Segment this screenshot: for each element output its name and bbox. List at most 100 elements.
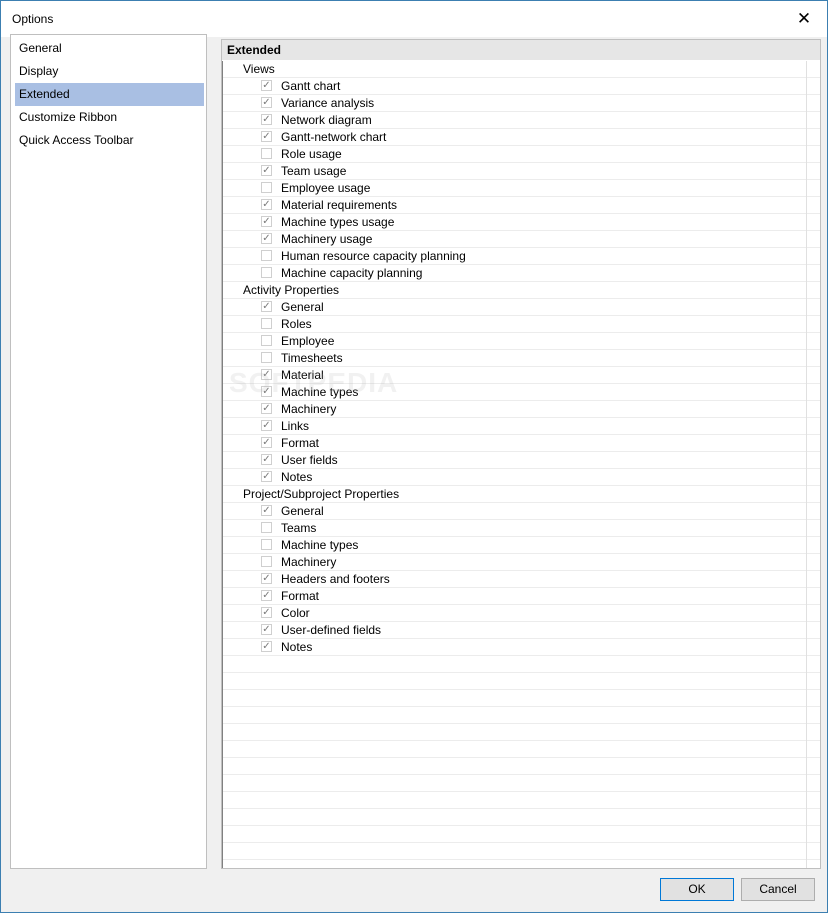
checkbox-unchecked[interactable] — [261, 539, 272, 550]
checkbox-checked[interactable]: ✓ — [261, 165, 272, 176]
tree-item-label: Role usage — [281, 147, 342, 161]
checkbox-checked[interactable]: ✓ — [261, 80, 272, 91]
title-bar[interactable]: Options ✕ — [1, 1, 827, 37]
checkbox-checked[interactable]: ✓ — [261, 590, 272, 601]
tree-item-label: Timesheets — [281, 351, 343, 365]
tree-item-row[interactable]: Employee usage — [223, 180, 807, 197]
tree-item-row[interactable]: ✓ Links — [223, 418, 807, 435]
tree-item-label: General — [281, 300, 324, 314]
checkbox-checked[interactable]: ✓ — [261, 216, 272, 227]
tree-item-row[interactable]: ✓ Material — [223, 367, 807, 384]
tree-group-row: Project/Subproject Properties — [223, 486, 807, 503]
tree-item-row[interactable]: ✓ Color — [223, 605, 807, 622]
tree-item-row[interactable]: Machine types — [223, 537, 807, 554]
tree-item-label: Roles — [281, 317, 312, 331]
checkbox-unchecked[interactable] — [261, 522, 272, 533]
checkbox-checked[interactable]: ✓ — [261, 97, 272, 108]
tree-item-label: Gantt chart — [281, 79, 341, 93]
tree-item-row[interactable]: ✓ User fields — [223, 452, 807, 469]
checkbox-unchecked[interactable] — [261, 352, 272, 363]
nav-item-general[interactable]: General — [15, 37, 204, 60]
nav-item-display[interactable]: Display — [15, 60, 204, 83]
checkbox-checked[interactable]: ✓ — [261, 454, 272, 465]
checkbox-checked[interactable]: ✓ — [261, 131, 272, 142]
tree-item-row[interactable]: Machine capacity planning — [223, 265, 807, 282]
tree-item-row[interactable]: Timesheets — [223, 350, 807, 367]
tree-group-row: Views — [223, 61, 807, 78]
tree-item-label: Network diagram — [281, 113, 372, 127]
tree-item-label: Teams — [281, 521, 317, 535]
panel-header: Extended — [222, 40, 820, 60]
nav-item-customize-ribbon[interactable]: Customize Ribbon — [15, 106, 204, 129]
tree-item-label: Team usage — [281, 164, 347, 178]
checkbox-checked[interactable]: ✓ — [261, 437, 272, 448]
checkbox-checked[interactable]: ✓ — [261, 403, 272, 414]
tree-item-label: Material — [281, 368, 324, 382]
tree-item-label: Machine types — [281, 385, 359, 399]
checkbox-checked[interactable]: ✓ — [261, 233, 272, 244]
checkbox-checked[interactable]: ✓ — [261, 471, 272, 482]
checkbox-checked[interactable]: ✓ — [261, 301, 272, 312]
tree-item-row[interactable]: Human resource capacity planning — [223, 248, 807, 265]
cancel-button[interactable]: Cancel — [741, 878, 815, 901]
tree-item-row[interactable]: ✓ Machinery usage — [223, 231, 807, 248]
tree-item-row[interactable]: Employee — [223, 333, 807, 350]
tree-item-row[interactable]: Machinery — [223, 554, 807, 571]
tree-item-label: Machine types — [281, 538, 359, 552]
tree-item-row[interactable]: ✓ Network diagram — [223, 112, 807, 129]
checkbox-checked[interactable]: ✓ — [261, 199, 272, 210]
checkbox-unchecked[interactable] — [261, 250, 272, 261]
nav-item-quick-access-toolbar[interactable]: Quick Access Toolbar — [15, 129, 204, 152]
tree-item-row[interactable]: ✓ Format — [223, 588, 807, 605]
tree-item-row[interactable]: ✓ Headers and footers — [223, 571, 807, 588]
tree-item-row[interactable]: ✓ Notes — [223, 469, 807, 486]
tree-item-row[interactable]: ✓ User-defined fields — [223, 622, 807, 639]
checkbox-checked[interactable]: ✓ — [261, 369, 272, 380]
tree-item-row[interactable]: ✓ Machinery — [223, 401, 807, 418]
checkbox-checked[interactable]: ✓ — [261, 505, 272, 516]
tree-group-label: Views — [243, 62, 275, 76]
checkbox-unchecked[interactable] — [261, 267, 272, 278]
checkbox-unchecked[interactable] — [261, 182, 272, 193]
tree-item-label: Headers and footers — [281, 572, 390, 586]
tree-item-row[interactable]: ✓ Format — [223, 435, 807, 452]
checkbox-checked[interactable]: ✓ — [261, 114, 272, 125]
tree-item-label: Human resource capacity planning — [281, 249, 466, 263]
tree-item-row[interactable]: ✓ Machine types usage — [223, 214, 807, 231]
tree-item-label: Notes — [281, 640, 313, 654]
checkbox-unchecked[interactable] — [261, 556, 272, 567]
tree-item-row[interactable]: Roles — [223, 316, 807, 333]
checkbox-checked[interactable]: ✓ — [261, 641, 272, 652]
tree-item-row[interactable]: ✓ Variance analysis — [223, 95, 807, 112]
tree-item-row[interactable]: ✓ Notes — [223, 639, 807, 656]
tree-item-row[interactable]: ✓ General — [223, 299, 807, 316]
checkbox-checked[interactable]: ✓ — [261, 386, 272, 397]
tree-column-divider — [806, 61, 807, 868]
checkbox-checked[interactable]: ✓ — [261, 624, 272, 635]
checkbox-checked[interactable]: ✓ — [261, 607, 272, 618]
extended-panel: Extended Views ✓ Gantt chart ✓ Variance anal… — [221, 39, 821, 869]
tree-item-row[interactable]: ✓ General — [223, 503, 807, 520]
checkbox-unchecked[interactable] — [261, 335, 272, 346]
checkbox-unchecked[interactable] — [261, 148, 272, 159]
tree-group-label: Activity Properties — [243, 283, 340, 297]
tree-item-label: Color — [281, 606, 310, 620]
tree-item-label: Links — [281, 419, 310, 433]
checkbox-checked[interactable]: ✓ — [261, 420, 272, 431]
tree-item-label: User fields — [281, 453, 338, 467]
nav-item-extended[interactable]: Extended — [15, 83, 204, 106]
checkbox-unchecked[interactable] — [261, 318, 272, 329]
tree-item-label: Machinery — [281, 555, 337, 569]
close-icon[interactable]: ✕ — [781, 1, 827, 37]
tree-item-row[interactable]: ✓ Team usage — [223, 163, 807, 180]
tree-item-row[interactable]: Role usage — [223, 146, 807, 163]
tree-item-label: Machinery usage — [281, 232, 373, 246]
tree-item-row[interactable]: ✓ Machine types — [223, 384, 807, 401]
tree-item-row[interactable]: ✓ Gantt-network chart — [223, 129, 807, 146]
ok-button[interactable]: OK — [660, 878, 734, 901]
tree-item-row[interactable]: ✓ Gantt chart — [223, 78, 807, 95]
checkbox-checked[interactable]: ✓ — [261, 573, 272, 584]
tree-item-row[interactable]: Teams — [223, 520, 807, 537]
tree-item-label: Employee — [281, 334, 335, 348]
tree-item-row[interactable]: ✓ Material requirements — [223, 197, 807, 214]
